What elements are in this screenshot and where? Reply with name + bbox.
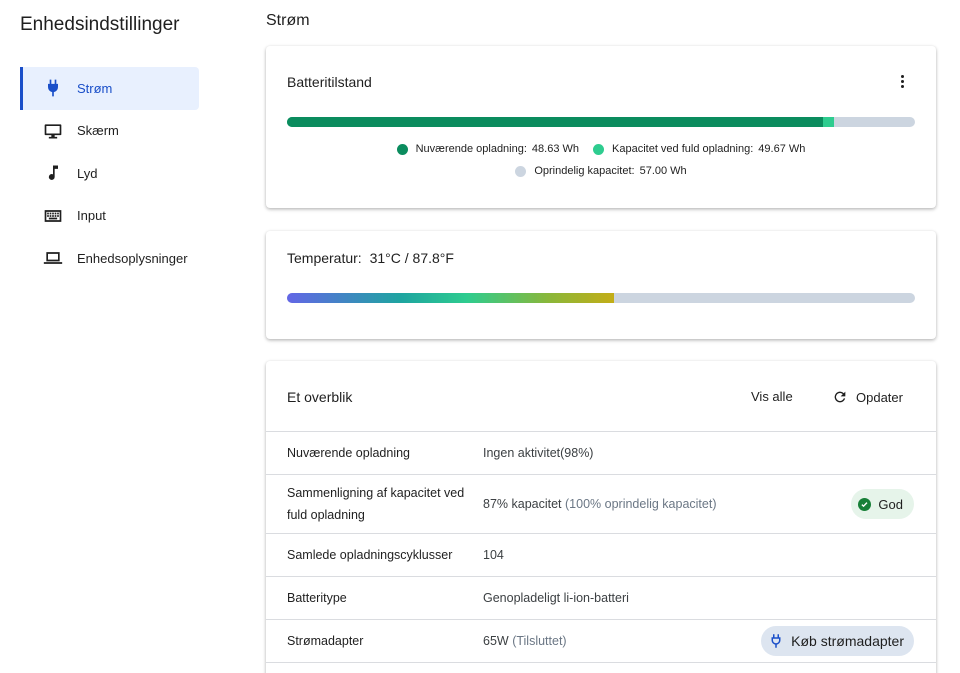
legend-original-capacity: Oprindelig kapacitet: 57.00 Wh xyxy=(515,165,687,177)
table-row: Nuværende opladning Ingen aktivitet(98%) xyxy=(266,432,936,475)
legend-current-value: 48.63 Wh xyxy=(531,143,580,155)
overview-title: Et overblik xyxy=(287,389,353,405)
row-label: Nuværende opladning xyxy=(287,446,411,460)
buy-adapter-label: Køb strømadapter xyxy=(791,633,904,649)
temperature-heading: Temperatur: 31°C / 87.8°F xyxy=(287,250,454,266)
row-value: 65W (Tilsluttet) xyxy=(483,634,567,648)
row-value: Ingen aktivitet(98%) xyxy=(483,446,594,460)
sidebar-item-sound[interactable]: Lyd xyxy=(20,152,199,195)
battery-legend-row-1: Nuværende opladning: 48.63 Wh Kapacitet … xyxy=(287,143,915,155)
temperature-bar xyxy=(287,293,915,303)
legend-current-label: Nuværende opladning: xyxy=(415,143,527,155)
refresh-icon xyxy=(834,391,846,403)
sidebar-item-device-info[interactable]: Enhedsoplysninger xyxy=(20,237,199,280)
table-row: Sammenligning af kapacitet ved fuld opla… xyxy=(266,475,936,534)
sidebar-item-label: Strøm xyxy=(77,80,113,96)
current-charge-fill xyxy=(287,117,823,127)
legend-original-value: 57.00 Wh xyxy=(639,165,687,177)
temperature-fill xyxy=(287,293,614,303)
overview-header: Et overblik Vis alle Opdater xyxy=(266,361,936,432)
buy-adapter-button[interactable]: Køb strømadapter xyxy=(761,626,914,656)
legend-current-charge: Nuværende opladning: 48.63 Wh xyxy=(396,143,580,155)
refresh-label: Opdater xyxy=(856,389,903,405)
row-value-extra: (100% oprindelig kapacitet) xyxy=(565,497,717,511)
row-label: Samlede opladningscyklusser xyxy=(287,548,453,562)
refresh-button[interactable]: Opdater xyxy=(832,389,903,405)
legend-full-capacity: Kapacitet ved fuld opladning: 49.67 Wh xyxy=(593,143,805,155)
temperature-card: Temperatur: 31°C / 87.8°F xyxy=(266,231,936,339)
battery-health-card: Batteritilstand Nuværende opladning: 48.… xyxy=(266,46,936,208)
row-value: Genopladeligt li-ion-batteri xyxy=(483,591,629,605)
sidebar-item-label: Lyd xyxy=(77,165,98,181)
legend-dot-full xyxy=(593,143,605,155)
sidebar-item-label: Enhedsoplysninger xyxy=(77,250,188,266)
status-badge-label: God xyxy=(878,496,903,512)
status-badge: God xyxy=(851,489,914,519)
laptop-icon xyxy=(42,247,64,269)
sidebar-item-display[interactable]: Skærm xyxy=(20,110,199,153)
legend-full-value: 49.67 Wh xyxy=(758,143,806,155)
overview-card: Et overblik Vis alle Opdater Nuværende o… xyxy=(266,361,936,673)
battery-capacity-bar xyxy=(287,117,915,127)
legend-full-label: Kapacitet ved fuld opladning: xyxy=(612,143,754,155)
battery-legend-row-2: Oprindelig kapacitet: 57.00 Wh xyxy=(287,165,915,177)
app-window: Enhedsindstillinger Strøm Skærm Lyd Inpu… xyxy=(0,0,960,673)
sidebar-item-label: Skærm xyxy=(77,123,119,139)
table-row xyxy=(266,663,936,673)
keyboard-icon xyxy=(42,205,64,227)
legend-dot-current xyxy=(396,143,408,155)
temperature-label: Temperatur: xyxy=(287,250,362,266)
row-value-extra: (Tilsluttet) xyxy=(512,634,567,648)
music-note-icon xyxy=(42,162,64,184)
sidebar-item-power[interactable]: Strøm xyxy=(20,67,199,110)
row-value: 104 xyxy=(483,548,504,562)
plug-icon xyxy=(771,634,781,648)
sidebar: Enhedsindstillinger Strøm Skærm Lyd Inpu… xyxy=(0,0,230,673)
sidebar-item-label: Input xyxy=(77,208,106,224)
check-circle-icon xyxy=(858,497,872,511)
row-label: Strømadapter xyxy=(287,634,364,648)
app-title: Enhedsindstillinger xyxy=(20,14,180,35)
plug-icon xyxy=(42,77,64,99)
row-label: Sammenligning af kapacitet ved fuld opla… xyxy=(287,486,465,522)
table-row: Samlede opladningscyklusser 104 xyxy=(266,534,936,577)
table-row: Strømadapter 65W (Tilsluttet) Køb strøma… xyxy=(266,620,936,663)
page-title: Strøm xyxy=(266,12,310,29)
battery-card-title: Batteritilstand xyxy=(287,74,372,90)
sidebar-nav: Strøm Skærm Lyd Input Enhedsoplysninger xyxy=(20,67,199,280)
sidebar-item-input[interactable]: Input xyxy=(20,195,199,238)
legend-original-label: Oprindelig kapacitet: xyxy=(534,165,635,177)
table-row: Batteritype Genopladeligt li-ion-batteri xyxy=(266,577,936,620)
temperature-value: 31°C / 87.8°F xyxy=(369,250,454,266)
row-label: Batteritype xyxy=(287,591,347,605)
legend-dot-original xyxy=(515,165,527,177)
monitor-icon xyxy=(42,120,64,142)
row-value: 87% kapacitet (100% oprindelig kapacitet… xyxy=(483,497,717,511)
more-vert-icon[interactable] xyxy=(894,72,910,90)
view-all-button[interactable]: Vis alle xyxy=(751,389,793,404)
